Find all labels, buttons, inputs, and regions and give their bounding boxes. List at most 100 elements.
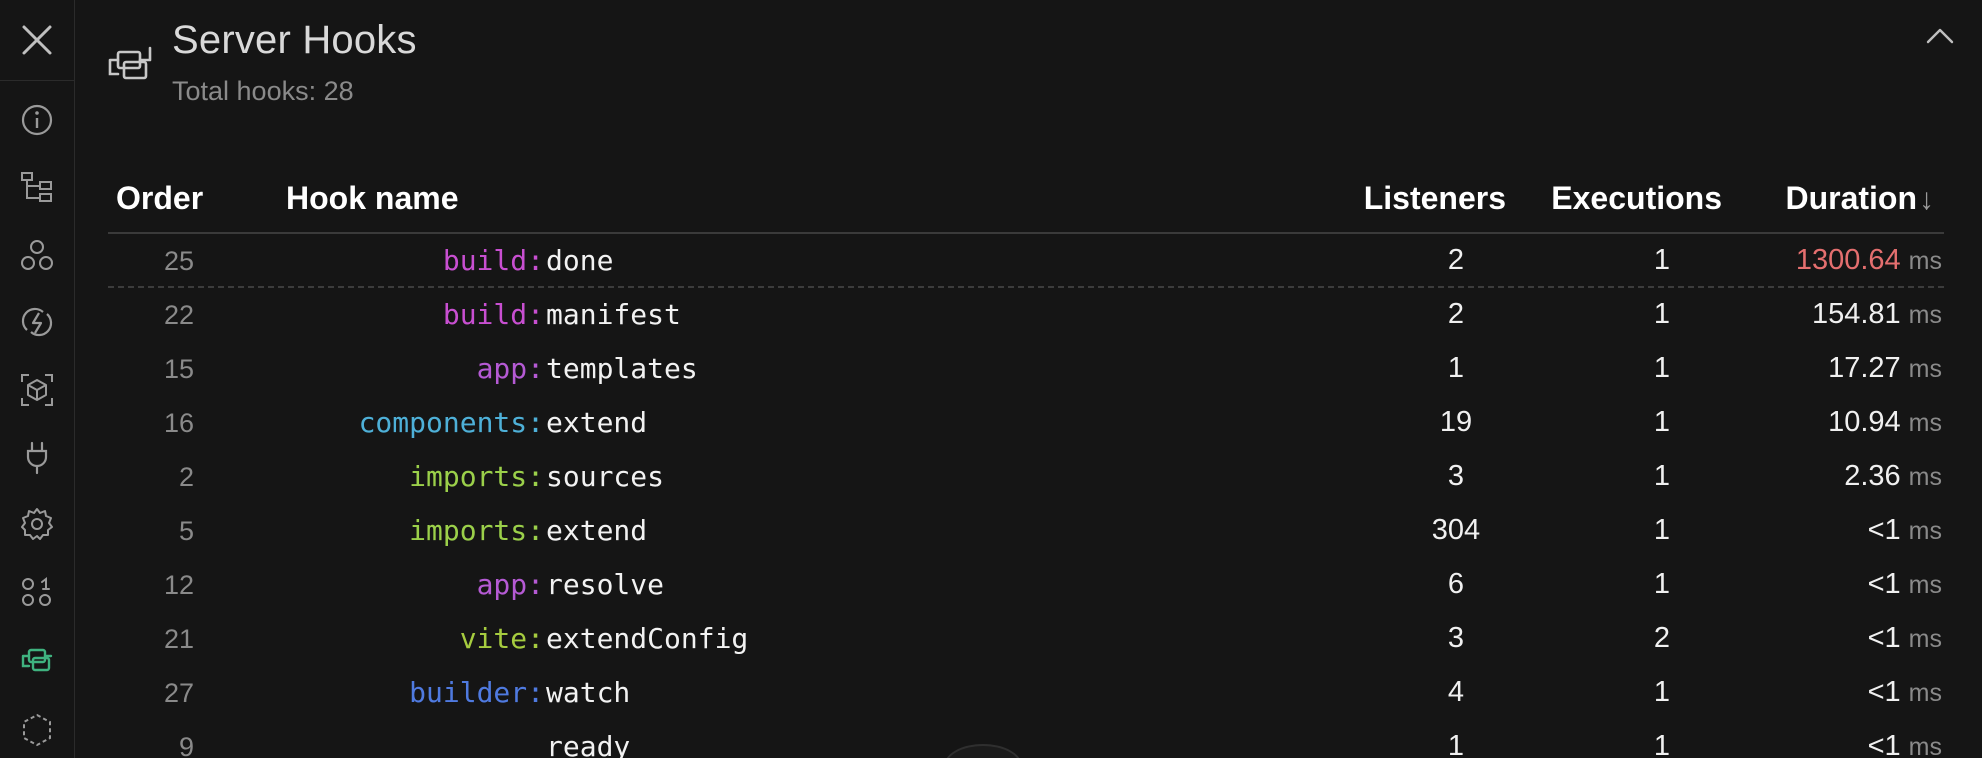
listeners-cell: 3: [1447, 622, 1465, 654]
plug-icon: [26, 441, 48, 475]
duration-cell: <1 ms: [1868, 730, 1942, 758]
duration-value: <1: [1867, 622, 1901, 654]
duration-header-label: Duration: [1785, 180, 1917, 216]
close-button[interactable]: [0, 0, 74, 81]
executions-cell: 1: [1653, 298, 1671, 330]
column-header-order[interactable]: Order: [116, 180, 203, 217]
sidebar-item-runtime-configs[interactable]: [0, 565, 74, 619]
components-icon: [21, 240, 53, 270]
table-row[interactable]: 5 imports: extend 304 1 <1 ms: [108, 504, 1944, 558]
runtime-configs-icon: [22, 577, 51, 606]
hook-prefix: builder:: [409, 676, 544, 709]
table-row[interactable]: 2 imports: sources 3 1 2.36 ms: [108, 450, 1944, 504]
hook-name: templates: [546, 352, 698, 385]
hook-prefix: build:: [442, 244, 544, 277]
order-cell: 25: [163, 246, 194, 276]
hook-name: done: [546, 244, 614, 277]
hook-name: extendConfig: [546, 622, 749, 655]
duration-cell: 154.81 ms: [1812, 298, 1942, 331]
duration-unit: ms: [1908, 247, 1942, 275]
table-header: Order Hook name Listeners Executions Dur…: [108, 172, 1944, 234]
hook-name: manifest: [546, 298, 681, 331]
info-icon: [21, 104, 53, 136]
hook-name: extend: [546, 406, 648, 439]
hook-prefix: imports:: [409, 514, 544, 547]
duration-value: 10.94: [1828, 406, 1901, 438]
server-hooks-icon: [108, 46, 152, 80]
order-cell: 12: [163, 570, 194, 600]
listeners-cell: 2: [1447, 244, 1465, 276]
duration-value: 154.81: [1811, 298, 1901, 330]
duration-unit: ms: [1908, 733, 1942, 758]
component-tree-icon: [21, 172, 52, 202]
duration-value: 2.36: [1844, 460, 1901, 492]
listeners-cell: 304: [1431, 514, 1481, 546]
duration-cell: <1 ms: [1868, 676, 1942, 709]
table-row[interactable]: 16 components: extend 19 1 10.94 ms: [108, 396, 1944, 450]
listeners-cell: 4: [1447, 676, 1465, 708]
duration-value: 1300.64: [1795, 244, 1901, 276]
order-cell: 2: [178, 462, 194, 492]
sidebar-item-hooks[interactable]: [0, 633, 74, 687]
sidebar-item-components[interactable]: [0, 228, 74, 282]
chevron-up-icon[interactable]: [1920, 20, 1960, 52]
duration-cell: 2.36 ms: [1844, 460, 1942, 493]
total-hooks-count: Total hooks: 28: [172, 76, 354, 106]
close-icon: [22, 25, 52, 55]
listeners-cell: 3: [1447, 460, 1465, 492]
sidebar-item-modules[interactable]: [0, 363, 74, 417]
hook-prefix: vite:: [459, 622, 544, 655]
hook-prefix: components:: [358, 406, 544, 439]
executions-cell: 1: [1653, 676, 1671, 708]
table-row[interactable]: 15 app: templates 1 1 17.27 ms: [108, 342, 1944, 396]
hooks-table: Order Hook name Listeners Executions Dur…: [108, 172, 1944, 758]
executions-cell: 1: [1653, 244, 1671, 276]
order-cell: 16: [163, 408, 194, 438]
app-window: Server Hooks Total hooks: 28 Order Hook …: [0, 0, 1982, 758]
sidebar-item-settings[interactable]: [0, 497, 74, 551]
sidebar: [0, 0, 75, 758]
hook-prefix: build:: [442, 298, 544, 331]
hooks-icon: [21, 648, 53, 672]
executions-cell: 1: [1653, 406, 1671, 438]
executions-cell: 1: [1653, 460, 1671, 492]
table-row[interactable]: 22 build: manifest 2 1 154.81 ms: [108, 288, 1944, 342]
table-row[interactable]: 25 build: done 2 1 1300.64 ms: [108, 234, 1944, 288]
listeners-cell: 1: [1447, 352, 1465, 384]
duration-cell: 17.27 ms: [1828, 352, 1942, 385]
sidebar-item-overview[interactable]: [0, 93, 74, 147]
duration-unit: ms: [1908, 625, 1942, 653]
column-header-duration[interactable]: Duration↓: [1785, 180, 1934, 217]
duration-unit: ms: [1908, 301, 1942, 329]
table-row[interactable]: 9 ready 1 1 <1 ms: [108, 720, 1944, 758]
sidebar-item-component-tree[interactable]: [0, 160, 74, 214]
virtual-files-icon: [23, 713, 51, 747]
duration-cell: 1300.64 ms: [1796, 244, 1942, 277]
hook-name: watch: [546, 676, 631, 709]
order-cell: 5: [178, 516, 194, 546]
order-cell: 9: [178, 732, 194, 758]
hook-prefix: imports:: [409, 460, 544, 493]
executions-cell: 1: [1653, 514, 1671, 546]
sidebar-item-plugins[interactable]: [0, 430, 74, 484]
column-header-listeners[interactable]: Listeners: [1364, 180, 1506, 217]
gear-icon: [21, 508, 53, 540]
duration-cell: <1 ms: [1868, 622, 1942, 655]
listeners-cell: 2: [1447, 298, 1465, 330]
table-body: 25 build: done 2 1 1300.64 ms 22 build: manifest 2…: [108, 234, 1944, 758]
table-row[interactable]: 27 builder: watch 4 1 <1 ms: [108, 666, 1944, 720]
pages-icon: [21, 307, 53, 337]
column-header-executions[interactable]: Executions: [1551, 180, 1722, 217]
column-header-hook-name[interactable]: Hook name: [286, 180, 458, 217]
sidebar-item-pages[interactable]: [0, 295, 74, 349]
table-row[interactable]: 12 app: resolve 6 1 <1 ms: [108, 558, 1944, 612]
order-cell: 15: [163, 354, 194, 384]
sidebar-item-virtual-files[interactable]: [0, 703, 74, 757]
executions-cell: 1: [1653, 568, 1671, 600]
table-row[interactable]: 21 vite: extendConfig 3 2 <1 ms: [108, 612, 1944, 666]
order-cell: 21: [163, 624, 194, 654]
duration-value: 17.27: [1828, 352, 1901, 384]
duration-unit: ms: [1908, 463, 1942, 491]
duration-cell: <1 ms: [1868, 568, 1942, 601]
duration-value: <1: [1867, 514, 1901, 546]
